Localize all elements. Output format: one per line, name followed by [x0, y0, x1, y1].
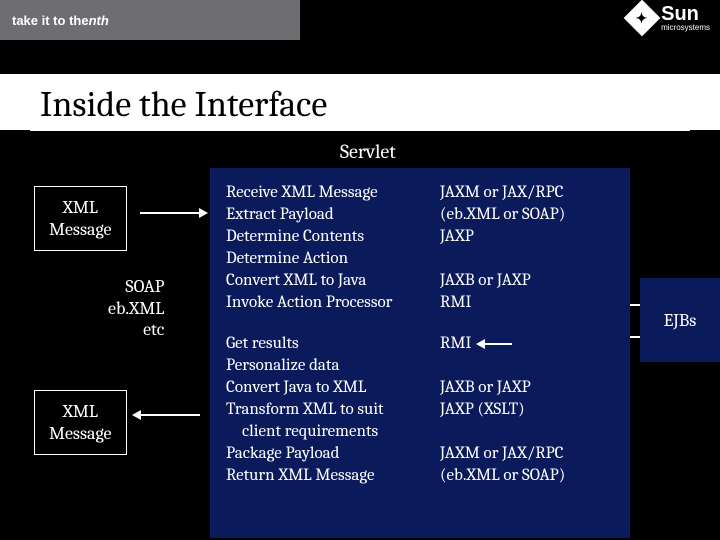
brand-text: Sun microsystems	[661, 4, 710, 32]
tagline-suffix: nth	[89, 13, 109, 28]
step-row: Determine ContentsJAXP	[226, 226, 620, 248]
arrow-in-icon	[140, 212, 200, 214]
xml-message-box-top: XML Message	[34, 186, 127, 251]
xml-box-line1: XML	[49, 197, 112, 219]
step-row: Get resultsRMI	[226, 333, 620, 355]
brand: ✦ Sun microsystems	[629, 4, 710, 32]
step-row: Receive XML MessageJAXM or JAX/RPC	[226, 182, 620, 204]
page-title: Inside the Interface	[30, 78, 690, 131]
protocol-etc: etc	[108, 319, 164, 341]
ejb-box: EJBs	[640, 278, 720, 362]
step-row: Invoke Action ProcessorRMI	[226, 292, 620, 314]
step-row: client requirements	[226, 421, 620, 443]
step-row: Determine Action	[226, 248, 620, 270]
step-row: Personalize data	[226, 355, 620, 377]
servlet-label: Servlet	[340, 140, 396, 163]
arrow-into-rmi-icon	[484, 343, 512, 345]
step-row: Extract Payload(eb.XML or SOAP)	[226, 204, 620, 226]
step-row: Convert Java to XMLJAXB or JAXP	[226, 377, 620, 399]
ejb-label: EJBs	[664, 310, 697, 331]
step-row: Convert XML to JavaJAXB or JAXP	[226, 270, 620, 292]
xml-box-line1: XML	[49, 401, 112, 423]
sun-logo-icon: ✦	[624, 0, 661, 36]
brand-name: Sun	[661, 4, 710, 24]
header-bar: take it to the nth ✦ Sun microsystems	[0, 0, 720, 40]
protocols-label: SOAP eb.XML etc	[108, 276, 164, 341]
servlet-box: Receive XML MessageJAXM or JAX/RPC Extra…	[210, 168, 630, 538]
step-row: Package PayloadJAXM or JAX/RPC	[226, 443, 620, 465]
xml-box-line2: Message	[49, 423, 112, 445]
brand-sub: microsystems	[661, 24, 710, 32]
tagline-prefix: take it to the	[12, 13, 89, 28]
arrow-out-icon	[140, 414, 200, 416]
protocol-soap: SOAP	[108, 276, 164, 298]
step-row: Transform XML to suitJAXP (XSLT)	[226, 399, 620, 421]
tagline: take it to the nth	[0, 0, 300, 40]
xml-box-line2: Message	[49, 219, 112, 241]
step-row: Return XML Message(eb.XML or SOAP)	[226, 465, 620, 487]
protocol-ebxml: eb.XML	[108, 298, 164, 320]
xml-message-box-bottom: XML Message	[34, 390, 127, 455]
